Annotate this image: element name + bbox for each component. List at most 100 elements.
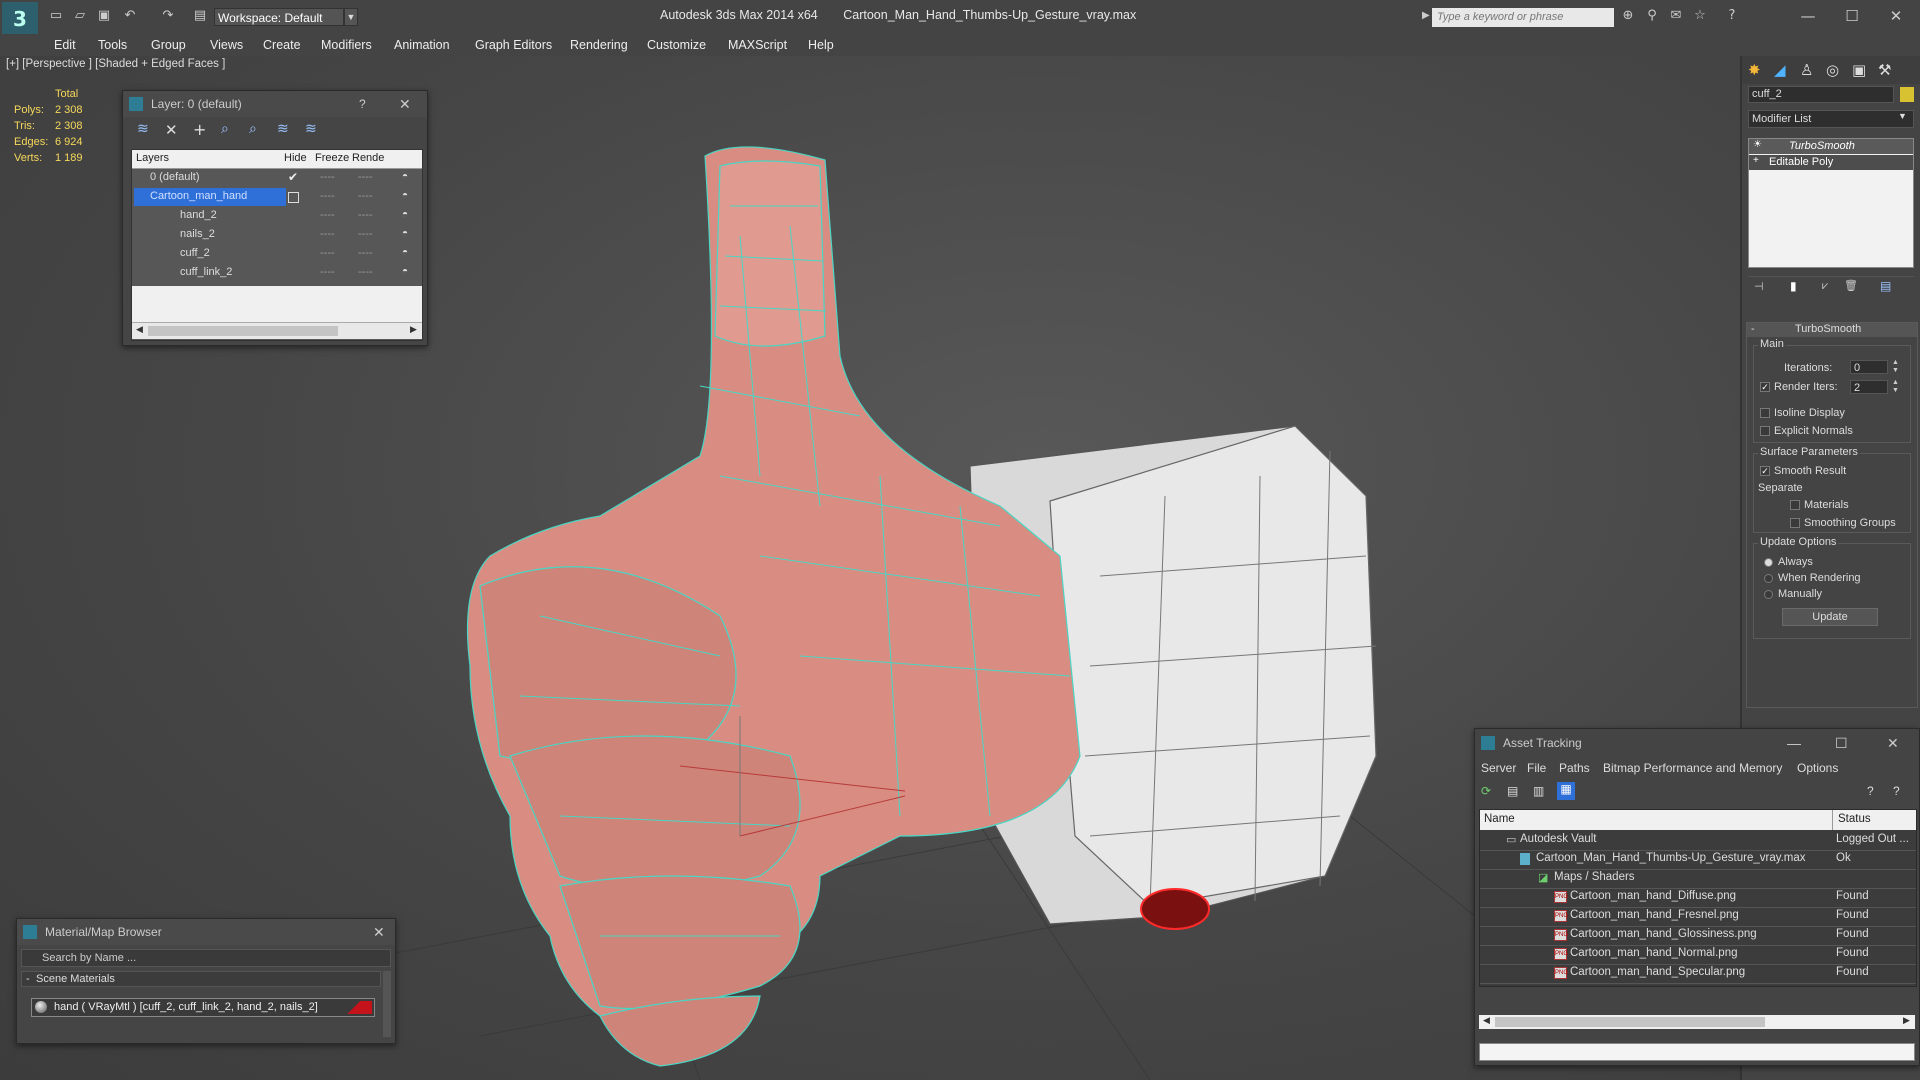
table-row[interactable]: Cartoon_Man_Hand_Thumbs-Up_Gesture_vray.… <box>1480 850 1916 870</box>
hide-toggle[interactable]: ---- <box>320 190 335 202</box>
hide-toggle[interactable]: ---- <box>320 228 335 240</box>
scroll-left-icon[interactable]: ◀ <box>1483 1015 1490 1026</box>
iterations-spinner[interactable]: 0 <box>1850 360 1888 374</box>
select-objects-icon[interactable]: ⌕ <box>221 121 229 137</box>
collapse-icon[interactable]: - <box>1751 323 1755 335</box>
menu-tools[interactable]: Tools <box>98 36 127 54</box>
minimize-icon[interactable]: — <box>1788 4 1828 28</box>
display-tab-icon[interactable]: ▣ <box>1852 61 1866 79</box>
maximize-icon[interactable]: ☐ <box>1835 729 1848 757</box>
active-check-icon[interactable]: ✔ <box>288 170 298 184</box>
render-teapot-icon[interactable]: ◓ <box>402 266 408 277</box>
scroll-thumb[interactable] <box>148 326 338 336</box>
material-browser-titlebar[interactable]: Material/Map Browser ✕ <box>17 919 395 945</box>
isoline-display-checkbox[interactable] <box>1760 408 1770 418</box>
scene-materials-group[interactable]: - Scene Materials <box>21 971 381 987</box>
menu-edit[interactable]: Edit <box>54 36 76 54</box>
list-view-icon[interactable]: ▤ <box>1507 784 1518 798</box>
separate-smoothing-groups-checkbox[interactable] <box>1790 518 1800 528</box>
layer-panel-titlebar[interactable]: Layer: 0 (default) ? ✕ <box>123 91 427 117</box>
maximize-icon[interactable]: ☐ <box>1832 4 1872 28</box>
layer-row[interactable]: Cartoon_man_hand ---- ---- ◓ <box>132 188 422 206</box>
col-freeze[interactable]: Freeze <box>315 152 349 164</box>
save-file-icon[interactable]: ▣ <box>96 8 112 24</box>
favorites-star-icon[interactable]: ☆ <box>1692 8 1708 24</box>
stack-item-editable-poly[interactable]: + Editable Poly <box>1749 155 1913 170</box>
menu-views[interactable]: Views <box>210 36 243 54</box>
path-input[interactable] <box>1479 1043 1915 1061</box>
open-file-icon[interactable]: ▱ <box>72 8 88 24</box>
chevron-down-icon[interactable]: ▼ <box>344 8 358 26</box>
binoculars-icon[interactable]: ⊕ <box>1620 8 1636 24</box>
highlight-layer-icon[interactable]: ⌕ <box>249 121 257 137</box>
lightbulb-icon[interactable]: ☀ <box>1753 139 1762 150</box>
about-icon[interactable]: ? <box>1893 784 1900 798</box>
stack-item-turbosmooth[interactable]: ☀ TurboSmooth <box>1749 139 1913 154</box>
menu-graph-editors[interactable]: Graph Editors <box>475 36 552 54</box>
freeze-all-icon[interactable]: ≋ <box>305 121 317 137</box>
update-when-rendering-radio[interactable] <box>1764 574 1773 583</box>
smooth-result-checkbox[interactable]: ✓ <box>1760 466 1770 476</box>
freeze-toggle[interactable]: ---- <box>358 228 373 240</box>
menu-modifiers[interactable]: Modifiers <box>321 36 372 54</box>
table-row[interactable]: PNG Cartoon_man_hand_Normal.png Found <box>1480 945 1916 965</box>
menu-group[interactable]: Group <box>151 36 186 54</box>
hide-toggle[interactable]: ---- <box>320 171 335 183</box>
material-item[interactable]: hand ( VRayMtl ) [cuff_2, cuff_link_2, h… <box>31 998 375 1017</box>
search-by-name-input[interactable]: Search by Name ... <box>21 949 391 967</box>
table-row[interactable]: PNG Cartoon_man_hand_Diffuse.png Found <box>1480 888 1916 908</box>
layer-row[interactable]: cuff_2 ---- ---- ◓ <box>132 245 422 263</box>
vertical-scrollbar[interactable] <box>383 971 391 1037</box>
menu-server[interactable]: Server <box>1481 761 1516 775</box>
motion-tab-icon[interactable]: ◎ <box>1826 61 1839 79</box>
help-icon[interactable]: ? <box>1724 8 1740 24</box>
spinner-arrows-icon[interactable]: ▲ ▼ <box>1892 359 1899 375</box>
redo-icon[interactable]: ↷ <box>160 8 176 24</box>
make-unique-icon[interactable]: ⩗ <box>1822 280 1828 293</box>
table-row[interactable]: PNG Cartoon_man_hand_Fresnel.png Found <box>1480 907 1916 927</box>
scroll-right-icon[interactable]: ▶ <box>1903 1015 1910 1026</box>
project-folder-icon[interactable]: ▤ <box>192 8 208 24</box>
spinner-arrows-icon[interactable]: ▲ ▼ <box>1892 379 1899 395</box>
col-hide[interactable]: Hide <box>284 152 307 164</box>
table-row[interactable]: ◪ Maps / Shaders <box>1480 869 1916 889</box>
menu-help[interactable]: Help <box>808 36 834 54</box>
col-render[interactable]: Rende <box>352 152 384 164</box>
new-file-icon[interactable]: ▭ <box>48 8 64 24</box>
close-icon[interactable]: ✕ <box>373 919 385 945</box>
create-layer-icon[interactable]: ≋ <box>137 121 149 137</box>
scroll-right-icon[interactable]: ▶ <box>410 324 417 335</box>
separate-materials-checkbox[interactable] <box>1790 500 1800 510</box>
render-teapot-icon[interactable]: ◓ <box>402 228 408 239</box>
menu-maxscript[interactable]: MAXScript <box>728 36 787 54</box>
remove-modifier-icon[interactable]: 🗑 <box>1844 279 1858 292</box>
table-view-icon[interactable]: ▦ <box>1557 782 1575 800</box>
freeze-toggle[interactable]: ---- <box>358 266 373 278</box>
modify-tab-icon[interactable]: ◢ <box>1774 61 1786 79</box>
refresh-icon[interactable]: ⟳ <box>1481 784 1491 798</box>
collapse-icon[interactable]: - <box>26 973 30 985</box>
help-icon[interactable]: ? <box>1867 784 1874 798</box>
col-layers[interactable]: Layers <box>136 152 169 164</box>
layer-row[interactable]: nails_2 ---- ---- ◓ <box>132 226 422 244</box>
update-manually-radio[interactable] <box>1764 590 1773 599</box>
close-icon[interactable]: ✕ <box>1876 4 1916 28</box>
minimize-icon[interactable]: — <box>1787 729 1801 757</box>
undo-icon[interactable]: ↶ <box>122 8 138 24</box>
update-always-radio[interactable] <box>1764 558 1773 567</box>
layer-help-icon[interactable]: ? <box>359 91 366 117</box>
workspace-dropdown[interactable]: Workspace: Default <box>214 8 344 26</box>
configure-modifier-sets-icon[interactable]: ▤ <box>1880 279 1891 293</box>
render-iters-spinner[interactable]: 2 <box>1850 380 1888 394</box>
create-tab-icon[interactable]: ✸ <box>1748 61 1761 79</box>
col-name[interactable]: Name <box>1484 813 1515 825</box>
delete-layer-icon[interactable]: ✕ <box>165 121 178 139</box>
close-icon[interactable]: ✕ <box>1887 729 1899 757</box>
subscription-icon[interactable]: ⚲ <box>1644 8 1660 24</box>
scroll-thumb[interactable] <box>1495 1017 1765 1027</box>
freeze-toggle[interactable]: ---- <box>358 247 373 259</box>
menu-file[interactable]: File <box>1527 761 1546 775</box>
freeze-toggle[interactable]: ---- <box>358 209 373 221</box>
active-box-icon[interactable] <box>288 192 299 203</box>
freeze-toggle[interactable]: ---- <box>358 190 373 202</box>
